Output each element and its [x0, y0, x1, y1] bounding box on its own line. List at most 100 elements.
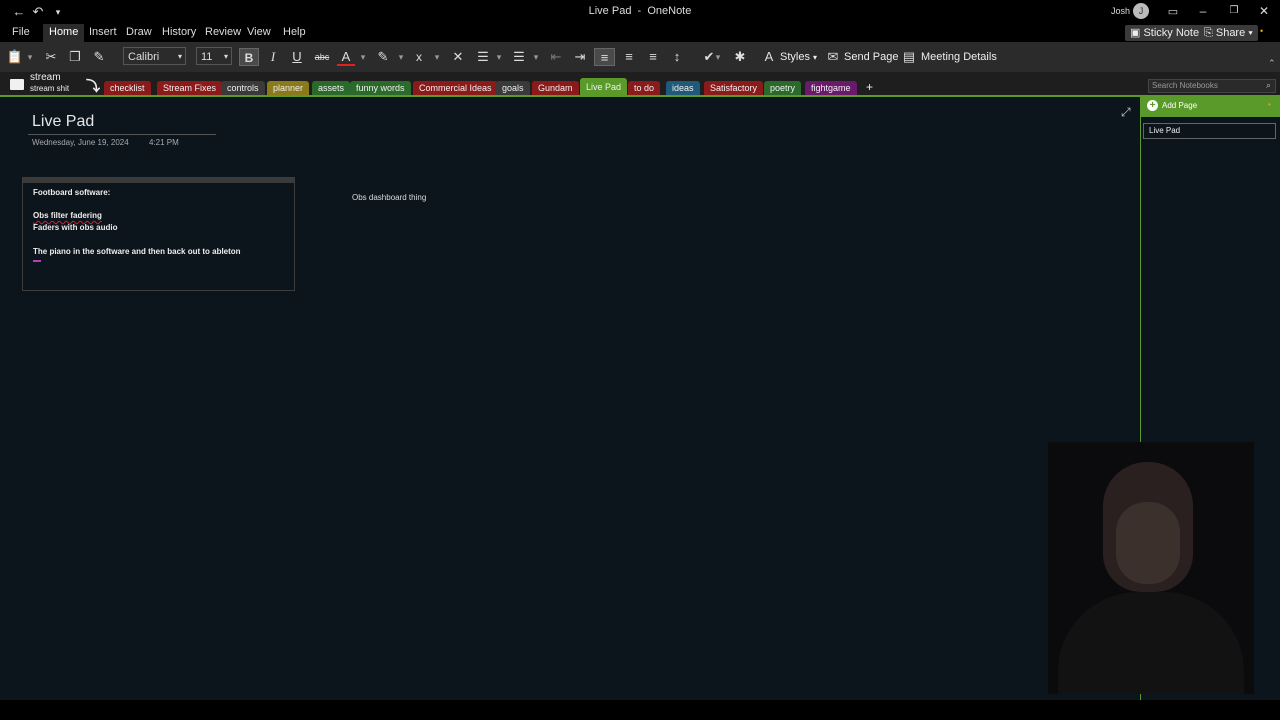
tab-view[interactable]: View: [241, 24, 277, 42]
add-section-button[interactable]: +: [866, 80, 873, 94]
note-container-handle[interactable]: [23, 178, 294, 183]
section-tab-live-pad[interactable]: Live Pad: [580, 78, 628, 96]
section-tab-assets[interactable]: assets: [312, 81, 351, 95]
font-name-select[interactable]: Calibri ▾: [123, 47, 186, 65]
collapse-ribbon-icon[interactable]: ⌃: [1268, 58, 1276, 69]
title-bar: ← ↶ ▾ Live Pad - OneNote Josh J ▭ – ❐ ✕: [0, 0, 1280, 24]
subscript-icon[interactable]: x: [411, 48, 427, 66]
numbering-icon[interactable]: ☰: [510, 48, 528, 66]
bullets-dropdown-icon[interactable]: ▾: [494, 48, 504, 66]
bold-button[interactable]: B: [239, 48, 259, 66]
tab-file[interactable]: File: [6, 24, 36, 42]
window-title: Live Pad - OneNote: [588, 5, 692, 17]
align-center-icon[interactable]: ≡: [620, 48, 638, 66]
underline-button[interactable]: U: [288, 48, 306, 66]
ribbon: [0, 42, 1280, 72]
line-spacing-icon[interactable]: ↕: [668, 48, 686, 66]
note-line[interactable]: Obs filter fadering: [33, 211, 102, 220]
highlight-dropdown-icon[interactable]: ▾: [396, 48, 406, 66]
display-options-icon[interactable]: ▭: [1164, 3, 1182, 21]
section-tab-ideas[interactable]: ideas: [666, 81, 700, 95]
note-container[interactable]: Footboard software: Obs filter fadering …: [22, 177, 295, 291]
page-time: 4:21 PM: [149, 138, 179, 147]
section-tab-gundam[interactable]: Gundam: [532, 81, 579, 95]
align-right-icon[interactable]: ≡: [644, 48, 662, 66]
person-body: [1058, 592, 1244, 694]
find-tags-icon[interactable]: ✱: [731, 48, 749, 66]
person-face: [1116, 502, 1180, 584]
section-accent-line: [0, 95, 1280, 97]
section-tab-funny-words[interactable]: funny words: [350, 81, 411, 95]
highlight-icon[interactable]: ✎: [374, 48, 392, 66]
section-tab-stream-fixes[interactable]: Stream Fixes: [157, 81, 223, 95]
pane-options-icon[interactable]: •: [1268, 100, 1271, 109]
tab-help[interactable]: Help: [277, 24, 312, 42]
loose-note[interactable]: Obs dashboard thing: [352, 193, 426, 202]
notebook-dropdown-icon[interactable]: ⤵: [86, 76, 100, 96]
tag-dropdown-icon[interactable]: ▾: [713, 48, 723, 66]
notebook-name[interactable]: stream: [30, 72, 61, 83]
close-icon[interactable]: ✕: [1248, 0, 1280, 24]
section-tab-to-do[interactable]: to do: [628, 81, 661, 95]
note-line[interactable]: Footboard software:: [33, 188, 110, 197]
font-color-icon[interactable]: A: [337, 48, 355, 66]
paste-dropdown-icon[interactable]: ▾: [25, 48, 35, 66]
subscript-dropdown-icon[interactable]: ▾: [432, 48, 442, 66]
send-page-icon[interactable]: ✉: [825, 48, 841, 66]
restore-icon[interactable]: ❐: [1218, 0, 1250, 24]
copy-icon[interactable]: ❐: [66, 48, 84, 66]
note-line[interactable]: The piano in the software and then back …: [33, 247, 241, 256]
minimize-icon[interactable]: –: [1187, 0, 1219, 24]
expand-icon[interactable]: ⤢: [1121, 105, 1131, 120]
clear-formatting-icon[interactable]: ✕: [449, 48, 467, 66]
section-tab-checklist[interactable]: checklist: [104, 81, 151, 95]
decrease-indent-icon[interactable]: ⇤: [547, 48, 565, 66]
tab-home[interactable]: Home: [43, 24, 85, 42]
styles-button[interactable]: Styles ▾: [780, 48, 817, 66]
bullets-icon[interactable]: ☰: [474, 48, 492, 66]
numbering-dropdown-icon[interactable]: ▾: [531, 48, 541, 66]
align-left-icon[interactable]: ≡: [594, 48, 615, 66]
send-page-button[interactable]: Send Page: [844, 48, 898, 66]
increase-indent-icon[interactable]: ⇥: [571, 48, 589, 66]
section-tab-poetry[interactable]: poetry: [764, 81, 802, 95]
add-page-button[interactable]: + Add Page •: [1141, 97, 1280, 117]
strikethrough-button[interactable]: abc: [311, 48, 333, 66]
note-line[interactable]: Faders with obs audio: [33, 223, 117, 232]
format-painter-icon[interactable]: ✎: [90, 48, 108, 66]
meeting-details-icon[interactable]: ▤: [901, 48, 917, 66]
tab-history[interactable]: History: [156, 24, 202, 42]
font-color-dropdown-icon[interactable]: ▾: [358, 48, 368, 66]
section-tab-controls[interactable]: controls: [221, 81, 265, 95]
notification-dot-icon: •: [1260, 26, 1264, 36]
styles-icon[interactable]: A: [762, 48, 776, 66]
notebook-icon[interactable]: [10, 79, 24, 90]
title-underline: [28, 134, 216, 135]
section-tab-fightgame[interactable]: fightgame: [805, 81, 857, 95]
page-list-item[interactable]: Live Pad: [1143, 123, 1276, 139]
notebook-subtitle[interactable]: stream shit: [30, 84, 69, 93]
sticky-notes-button[interactable]: ▣ Sticky Notes: [1125, 25, 1210, 41]
paste-icon[interactable]: 📋: [6, 48, 24, 66]
bottom-bar: [0, 700, 1280, 720]
tab-insert[interactable]: Insert: [83, 24, 123, 42]
tab-review[interactable]: Review: [199, 24, 247, 42]
meeting-details-button[interactable]: Meeting Details: [921, 48, 997, 66]
section-tab-planner[interactable]: planner: [267, 81, 310, 95]
section-tab-commercial-ideas[interactable]: Commercial Ideas: [413, 81, 498, 95]
add-icon: +: [1147, 100, 1158, 111]
cut-icon[interactable]: ✂: [42, 48, 60, 66]
section-tab-satisfactory[interactable]: Satisfactory: [704, 81, 764, 95]
avatar[interactable]: J: [1133, 3, 1149, 19]
page-date: Wednesday, June 19, 2024: [32, 138, 129, 147]
user-name[interactable]: Josh: [1111, 6, 1130, 16]
search-input[interactable]: Search Notebooks ⌕: [1148, 79, 1276, 93]
section-tab-goals[interactable]: goals: [496, 81, 530, 95]
page-title[interactable]: Live Pad: [32, 113, 94, 131]
share-button[interactable]: ⎘ Share ▾: [1199, 25, 1258, 41]
tab-draw[interactable]: Draw: [120, 24, 158, 42]
font-size-select[interactable]: 11 ▾: [196, 47, 232, 65]
ribbon-tabs: File Home Insert Draw History Review Vie…: [0, 24, 1280, 42]
search-icon: ⌕: [1265, 80, 1271, 90]
italic-button[interactable]: I: [264, 48, 282, 66]
